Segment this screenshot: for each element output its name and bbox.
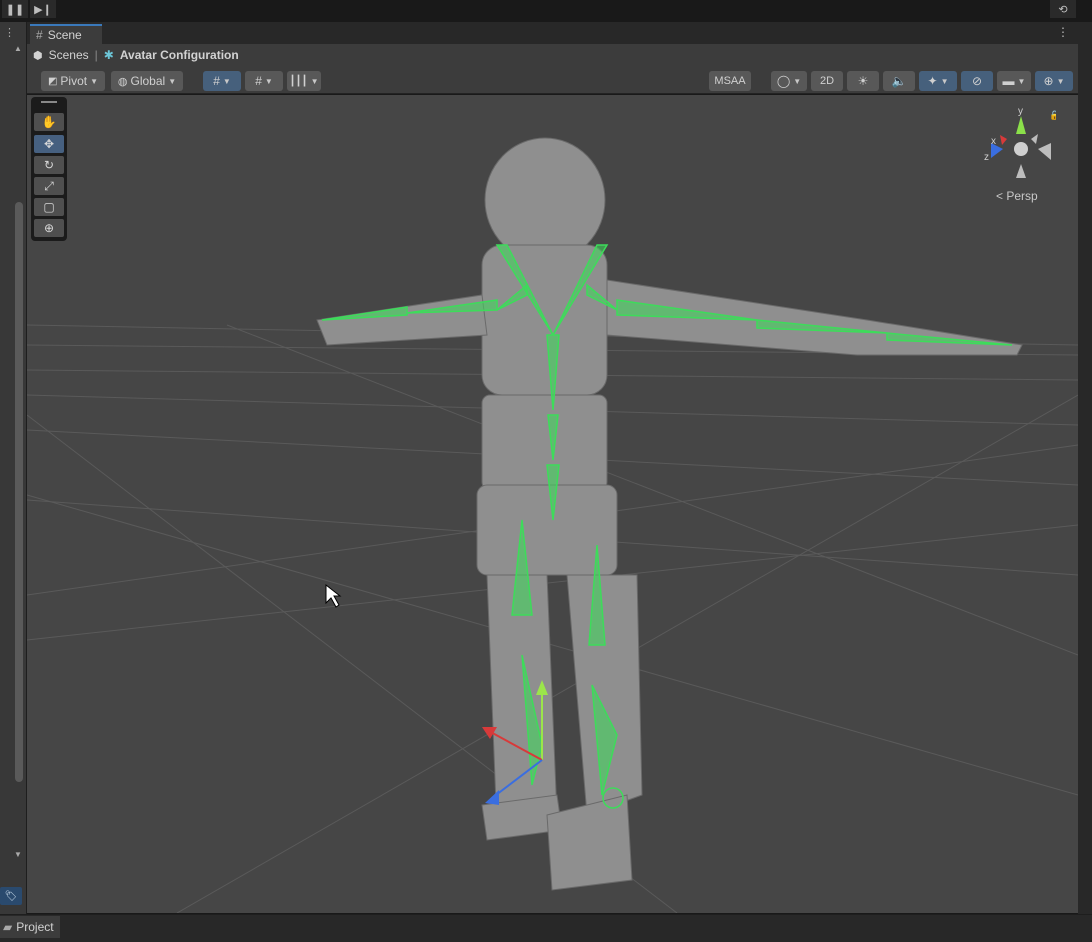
mouse-cursor [325, 583, 342, 608]
scene-render [27, 137, 1078, 913]
chevron-down-icon: ▼ [940, 76, 949, 86]
hand-tool[interactable]: ✋ [34, 113, 64, 131]
chevron-down-icon: ▼ [310, 76, 319, 86]
breadcrumb-avatar-configuration[interactable]: Avatar Configuration [120, 48, 239, 62]
chevron-down-icon: ▼ [1017, 76, 1026, 86]
global-label: Global [130, 74, 166, 88]
tab-project-label: Project [16, 920, 54, 934]
tab-scene-label: Scene [47, 28, 82, 42]
ruler-button[interactable]: ┃┃┃ ▼ [287, 71, 321, 91]
grid-snap-button[interactable]: # ▼ [203, 71, 241, 91]
palette-handle-icon[interactable] [41, 101, 57, 103]
chevron-down-icon: ▼ [168, 76, 177, 86]
avatar-icon: ✱ [103, 48, 114, 62]
effects-icon: ✦ [927, 74, 938, 88]
hand-icon: ✋ [41, 115, 57, 129]
left-panel: ⋮ ▲ ▼ 🏷 [0, 22, 27, 915]
pivot-icon: ◩ [47, 75, 58, 87]
menu-icon[interactable]: ⋮ [4, 26, 20, 39]
msaa-button[interactable]: MSAA [709, 71, 751, 91]
grid-snap-icon: # [213, 74, 220, 88]
scene-toolbar: ◩ Pivot ▼ ◍ Global ▼ # ▼ # ▼ ┃┃┃ ▼ MSAA … [27, 66, 1078, 94]
msaa-label: MSAA [714, 75, 746, 87]
tag-icon[interactable]: 🏷 [0, 887, 22, 905]
increment-snap-button[interactable]: # ▼ [245, 71, 283, 91]
lighting-toggle[interactable]: ☀ [847, 71, 879, 91]
effects-dropdown[interactable]: ✦ ▼ [919, 71, 957, 91]
transform-icon: ⊕ [43, 221, 55, 235]
eye-off-icon: ⊘ [971, 74, 983, 88]
grid-icon: # [36, 28, 43, 42]
x-axis-cone[interactable] [1000, 135, 1007, 145]
pause-icon: ❚❚ [5, 3, 25, 16]
tab-scene[interactable]: # Scene [30, 24, 102, 44]
rect-tool[interactable]: ▢ [34, 198, 64, 216]
audio-toggle[interactable]: 🔈 [883, 71, 915, 91]
gizmos-dropdown[interactable]: ⊕ ▼ [1035, 71, 1073, 91]
shading-icon: ◯ [776, 74, 791, 88]
scale-tool[interactable]: ⤢ [34, 177, 64, 195]
chevron-left-icon: < [996, 189, 1004, 203]
gizmos-icon: ⊕ [1043, 74, 1054, 88]
pivot-label: Pivot [60, 74, 88, 88]
camera-dropdown[interactable]: ▬ ▼ [997, 71, 1031, 91]
axis-z-label: z [984, 152, 989, 163]
projection-toggle[interactable]: < Persp [996, 189, 1038, 203]
chevron-down-icon: ▼ [222, 76, 231, 86]
pivot-dropdown[interactable]: ◩ Pivot ▼ [41, 71, 105, 91]
rotate-icon: ↻ [43, 158, 55, 172]
unity-scene-icon: ⬢ [33, 49, 43, 62]
move-icon: ✥ [43, 137, 55, 151]
ruler-icon: ┃┃┃ [289, 75, 308, 87]
tab-menu-icon[interactable]: ⋮ [1057, 25, 1069, 39]
global-dropdown[interactable]: ◍ Global ▼ [111, 71, 183, 91]
character-mesh [316, 137, 1023, 891]
scroll-up-icon[interactable]: ▲ [14, 44, 24, 54]
camera-icon: ▬ [1002, 74, 1015, 88]
orientation-gizmo[interactable]: y x z 🔒 [976, 104, 1060, 184]
history-icon: ⟲ [1058, 3, 1068, 16]
pause-button[interactable]: ❚❚ [2, 0, 29, 18]
axis-x-label: x [991, 136, 996, 147]
scene-viewport[interactable] [27, 95, 1078, 913]
breadcrumb: ⬢ Scenes | ✱ Avatar Configuration [27, 44, 1078, 66]
move-tool[interactable]: ✥ [34, 135, 64, 153]
lock-icon[interactable]: 🔒 [1049, 110, 1060, 120]
tool-palette: ✋ ✥ ↻ ⤢ ▢ ⊕ [31, 97, 67, 241]
increment-snap-icon: # [255, 74, 262, 88]
bottom-bar [0, 914, 1092, 942]
chevron-down-icon: ▼ [793, 76, 802, 86]
chevron-down-icon: ▼ [1056, 76, 1065, 86]
right-panel-strip [1078, 22, 1092, 915]
lighting-icon: ☀ [857, 74, 869, 88]
chevron-down-icon: ▼ [264, 76, 273, 86]
scale-icon: ⤢ [44, 178, 54, 193]
chevron-down-icon: ▼ [90, 76, 99, 86]
axis-y-label: y [1018, 106, 1023, 117]
audio-mute-icon: 🔈 [891, 74, 907, 88]
step-button[interactable]: ▶❙ [30, 0, 57, 18]
persp-label: Persp [1006, 189, 1038, 203]
history-button[interactable]: ⟲ [1050, 0, 1077, 18]
y-axis-cone[interactable] [1016, 116, 1026, 134]
rotate-tool[interactable]: ↻ [34, 156, 64, 174]
tab-project[interactable]: ▰ Project [0, 916, 60, 938]
globe-icon: ◍ [117, 75, 128, 88]
rect-icon: ▢ [43, 200, 55, 214]
folder-icon: ▰ [3, 920, 13, 934]
transform-tool[interactable]: ⊕ [34, 219, 64, 237]
scroll-down-icon[interactable]: ▼ [14, 850, 24, 860]
shading-mode-dropdown[interactable]: ◯ ▼ [771, 71, 807, 91]
tab-bar: ⋮ [27, 22, 1078, 45]
top-bar: ❚❚ ▶❙ ⟲ [0, 0, 1092, 20]
2d-toggle[interactable]: 2D [811, 71, 843, 91]
scrollbar-thumb[interactable] [15, 202, 23, 782]
hidden-objects-toggle[interactable]: ⊘ [961, 71, 993, 91]
step-icon: ▶❙ [34, 3, 52, 16]
breadcrumb-scenes[interactable]: Scenes [49, 48, 89, 62]
2d-label: 2D [819, 75, 835, 87]
breadcrumb-separator: | [94, 48, 98, 62]
